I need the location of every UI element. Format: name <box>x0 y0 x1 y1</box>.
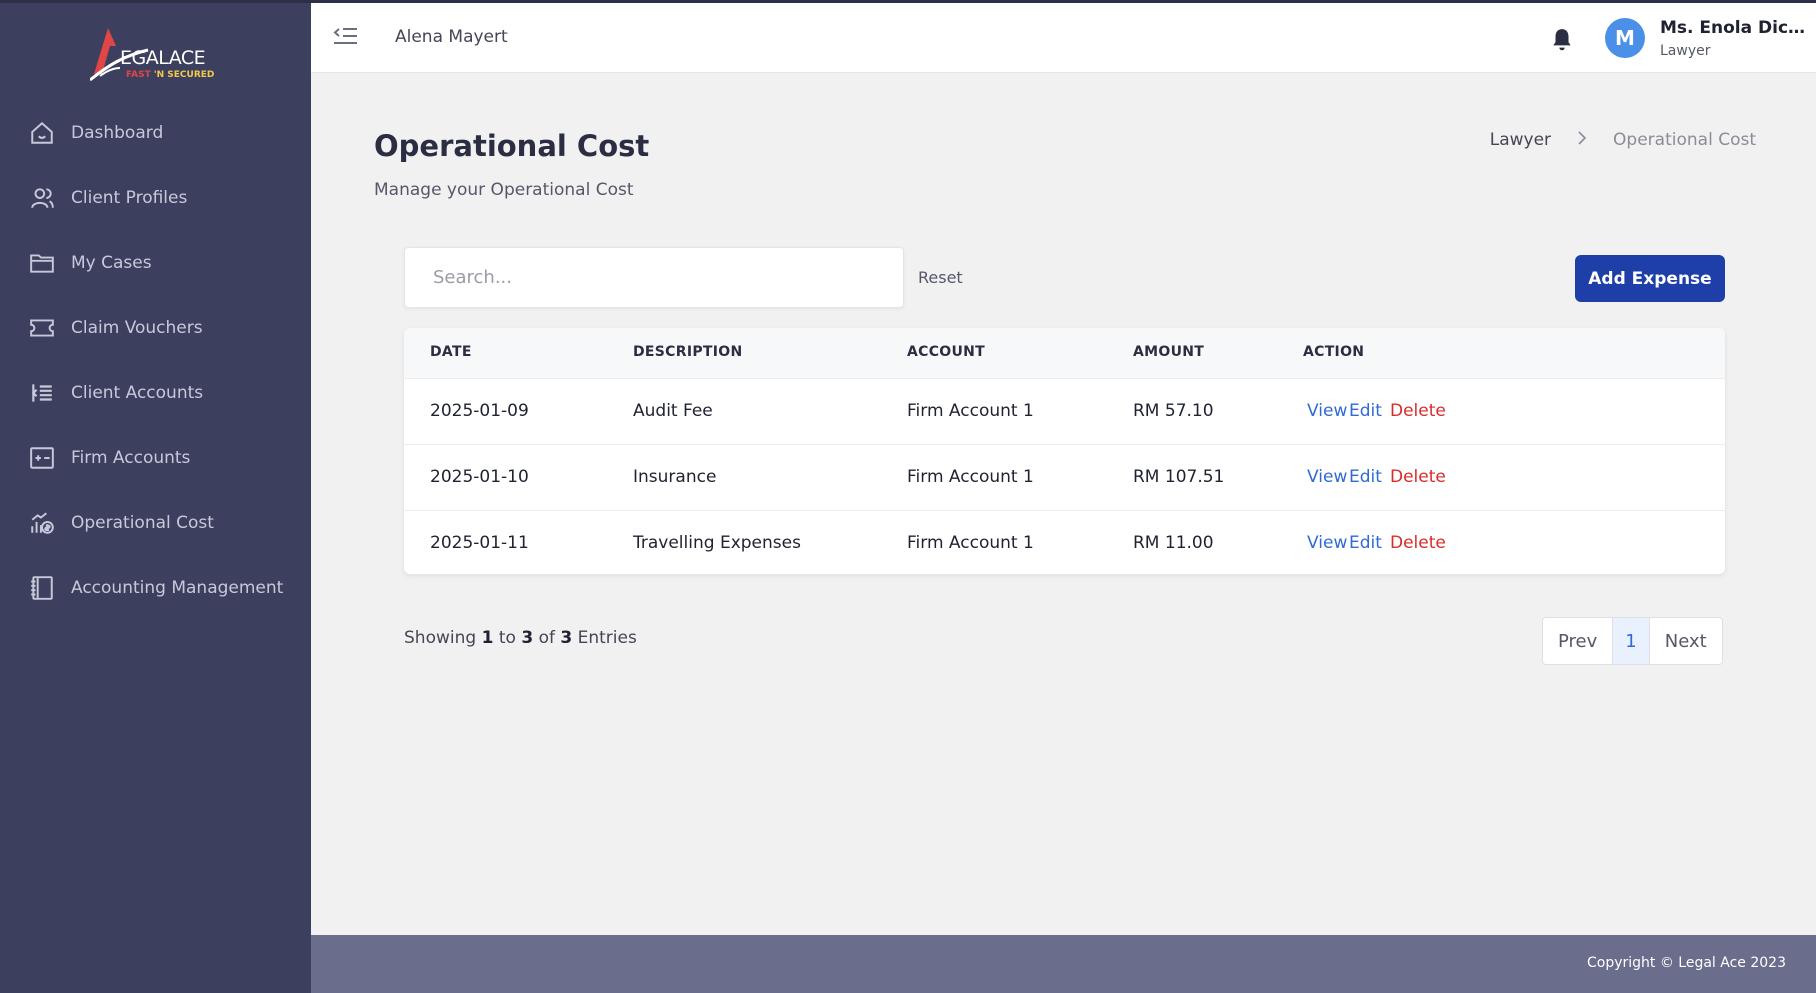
search-input[interactable] <box>404 247 904 308</box>
cell-account: Firm Account 1 <box>907 467 1034 487</box>
cell-date: 2025-01-11 <box>430 533 529 553</box>
delete-link[interactable]: Delete <box>1390 467 1446 487</box>
sidebar-item-label: Operational Cost <box>71 512 214 533</box>
page-subtitle: Manage your Operational Cost <box>374 180 634 200</box>
menu-toggle-icon[interactable] <box>331 25 359 49</box>
sidebar-item-claim-vouchers[interactable]: Claim Vouchers <box>0 295 311 360</box>
sidebar-nav: Dashboard Client Profiles My Cases Claim… <box>0 100 311 620</box>
sidebar-item-client-profiles[interactable]: Client Profiles <box>0 165 311 230</box>
users-icon <box>28 184 56 212</box>
top-header: Alena Mayert M Ms. Enola Dickinson Lawye… <box>311 3 1816 73</box>
edit-link[interactable]: Edit <box>1349 401 1382 421</box>
ticket-icon <box>28 314 56 342</box>
sidebar-item-my-cases[interactable]: My Cases <box>0 230 311 295</box>
notebook-icon <box>28 574 56 602</box>
summary-suffix: Entries <box>577 628 637 648</box>
folder-icon <box>28 249 56 277</box>
breadcrumb-item-lawyer[interactable]: Lawyer <box>1490 130 1551 150</box>
summary-total: 3 <box>560 628 573 648</box>
logo-tagline-b: 'N <box>153 70 165 80</box>
sidebar: EGALACE FAST 'N SECURED Dashboard Client… <box>0 0 311 993</box>
avatar[interactable]: M <box>1605 18 1645 58</box>
page-title: Operational Cost <box>374 129 650 163</box>
sidebar-item-accounting-management[interactable]: Accounting Management <box>0 555 311 620</box>
expense-table: DATE DESCRIPTION ACCOUNT AMOUNT ACTION 2… <box>404 328 1725 574</box>
summary-to-word: to <box>498 628 516 648</box>
sidebar-item-label: Claim Vouchers <box>71 317 203 338</box>
cell-amount: RM 57.10 <box>1133 401 1214 421</box>
view-link[interactable]: View <box>1307 467 1347 487</box>
user-name[interactable]: Ms. Enola Dickinson <box>1660 18 1810 38</box>
cell-date: 2025-01-09 <box>430 401 529 421</box>
sidebar-item-firm-accounts[interactable]: Firm Accounts <box>0 425 311 490</box>
notification-bell-icon[interactable] <box>1549 27 1575 53</box>
breadcrumb: Lawyer Operational Cost <box>1490 130 1756 150</box>
chevron-right-icon <box>1577 130 1587 150</box>
cost-chart-icon <box>28 509 56 537</box>
cell-amount: RM 11.00 <box>1133 533 1214 553</box>
table-row: 2025-01-09 Audit Fee Firm Account 1 RM 5… <box>404 378 1725 444</box>
sidebar-item-operational-cost[interactable]: Operational Cost <box>0 490 311 555</box>
summary-from: 1 <box>481 628 494 648</box>
sidebar-item-dashboard[interactable]: Dashboard <box>0 100 311 165</box>
plus-minus-icon <box>28 444 56 472</box>
logo-text: EGALACE <box>120 47 206 69</box>
user-role: Lawyer <box>1660 43 1711 59</box>
delete-link[interactable]: Delete <box>1390 401 1446 421</box>
summary-of-word: of <box>538 628 555 648</box>
page-footer: Copyright © Legal Ace 2023 <box>311 935 1816 993</box>
edit-link[interactable]: Edit <box>1349 467 1382 487</box>
prev-page-button[interactable]: Prev <box>1543 618 1612 664</box>
cell-account: Firm Account 1 <box>907 533 1034 553</box>
cell-account: Firm Account 1 <box>907 401 1034 421</box>
list-indent-icon <box>28 379 56 407</box>
page-button-1[interactable]: 1 <box>1612 618 1649 664</box>
next-page-button[interactable]: Next <box>1648 618 1722 664</box>
sidebar-item-label: Client Profiles <box>71 187 188 208</box>
entries-summary: Showing 1 to 3 of 3 Entries <box>404 628 637 648</box>
column-header-action: ACTION <box>1303 344 1365 360</box>
top-border <box>0 0 1816 3</box>
add-expense-button[interactable]: Add Expense <box>1575 255 1725 302</box>
view-link[interactable]: View <box>1307 401 1347 421</box>
cell-amount: RM 107.51 <box>1133 467 1225 487</box>
sidebar-item-label: Dashboard <box>71 122 164 143</box>
sidebar-item-label: Firm Accounts <box>71 447 191 468</box>
cell-description: Travelling Expenses <box>633 533 801 553</box>
column-header-description[interactable]: DESCRIPTION <box>633 344 742 360</box>
summary-prefix: Showing <box>404 628 477 648</box>
delete-link[interactable]: Delete <box>1390 533 1446 553</box>
sidebar-item-label: Accounting Management <box>71 577 284 598</box>
column-header-account[interactable]: ACCOUNT <box>907 344 985 360</box>
copyright-text: Copyright © Legal Ace 2023 <box>1586 955 1786 971</box>
cell-description: Insurance <box>633 467 717 487</box>
breadcrumb-item-current: Operational Cost <box>1613 130 1756 150</box>
header-name: Alena Mayert <box>395 27 508 47</box>
table-row: 2025-01-10 Insurance Firm Account 1 RM 1… <box>404 444 1725 510</box>
table-header: DATE DESCRIPTION ACCOUNT AMOUNT ACTION <box>404 328 1725 378</box>
reset-button[interactable]: Reset <box>918 268 963 287</box>
home-icon <box>28 119 56 147</box>
table-row: 2025-01-11 Travelling Expenses Firm Acco… <box>404 510 1725 574</box>
summary-to: 3 <box>521 628 534 648</box>
brand-logo[interactable]: EGALACE FAST 'N SECURED <box>90 26 220 86</box>
logo-tagline: FAST 'N SECURED <box>126 70 214 80</box>
edit-link[interactable]: Edit <box>1349 533 1382 553</box>
cell-description: Audit Fee <box>633 401 713 421</box>
view-link[interactable]: View <box>1307 533 1347 553</box>
pagination: Prev 1 Next <box>1542 617 1723 665</box>
column-header-date[interactable]: DATE <box>430 344 472 360</box>
cell-date: 2025-01-10 <box>430 467 529 487</box>
sidebar-item-label: My Cases <box>71 252 152 273</box>
column-header-amount[interactable]: AMOUNT <box>1133 344 1204 360</box>
logo-tagline-a: FAST <box>126 70 151 80</box>
sidebar-item-label: Client Accounts <box>71 382 204 403</box>
logo-tagline-c: SECURED <box>167 70 215 80</box>
sidebar-item-client-accounts[interactable]: Client Accounts <box>0 360 311 425</box>
